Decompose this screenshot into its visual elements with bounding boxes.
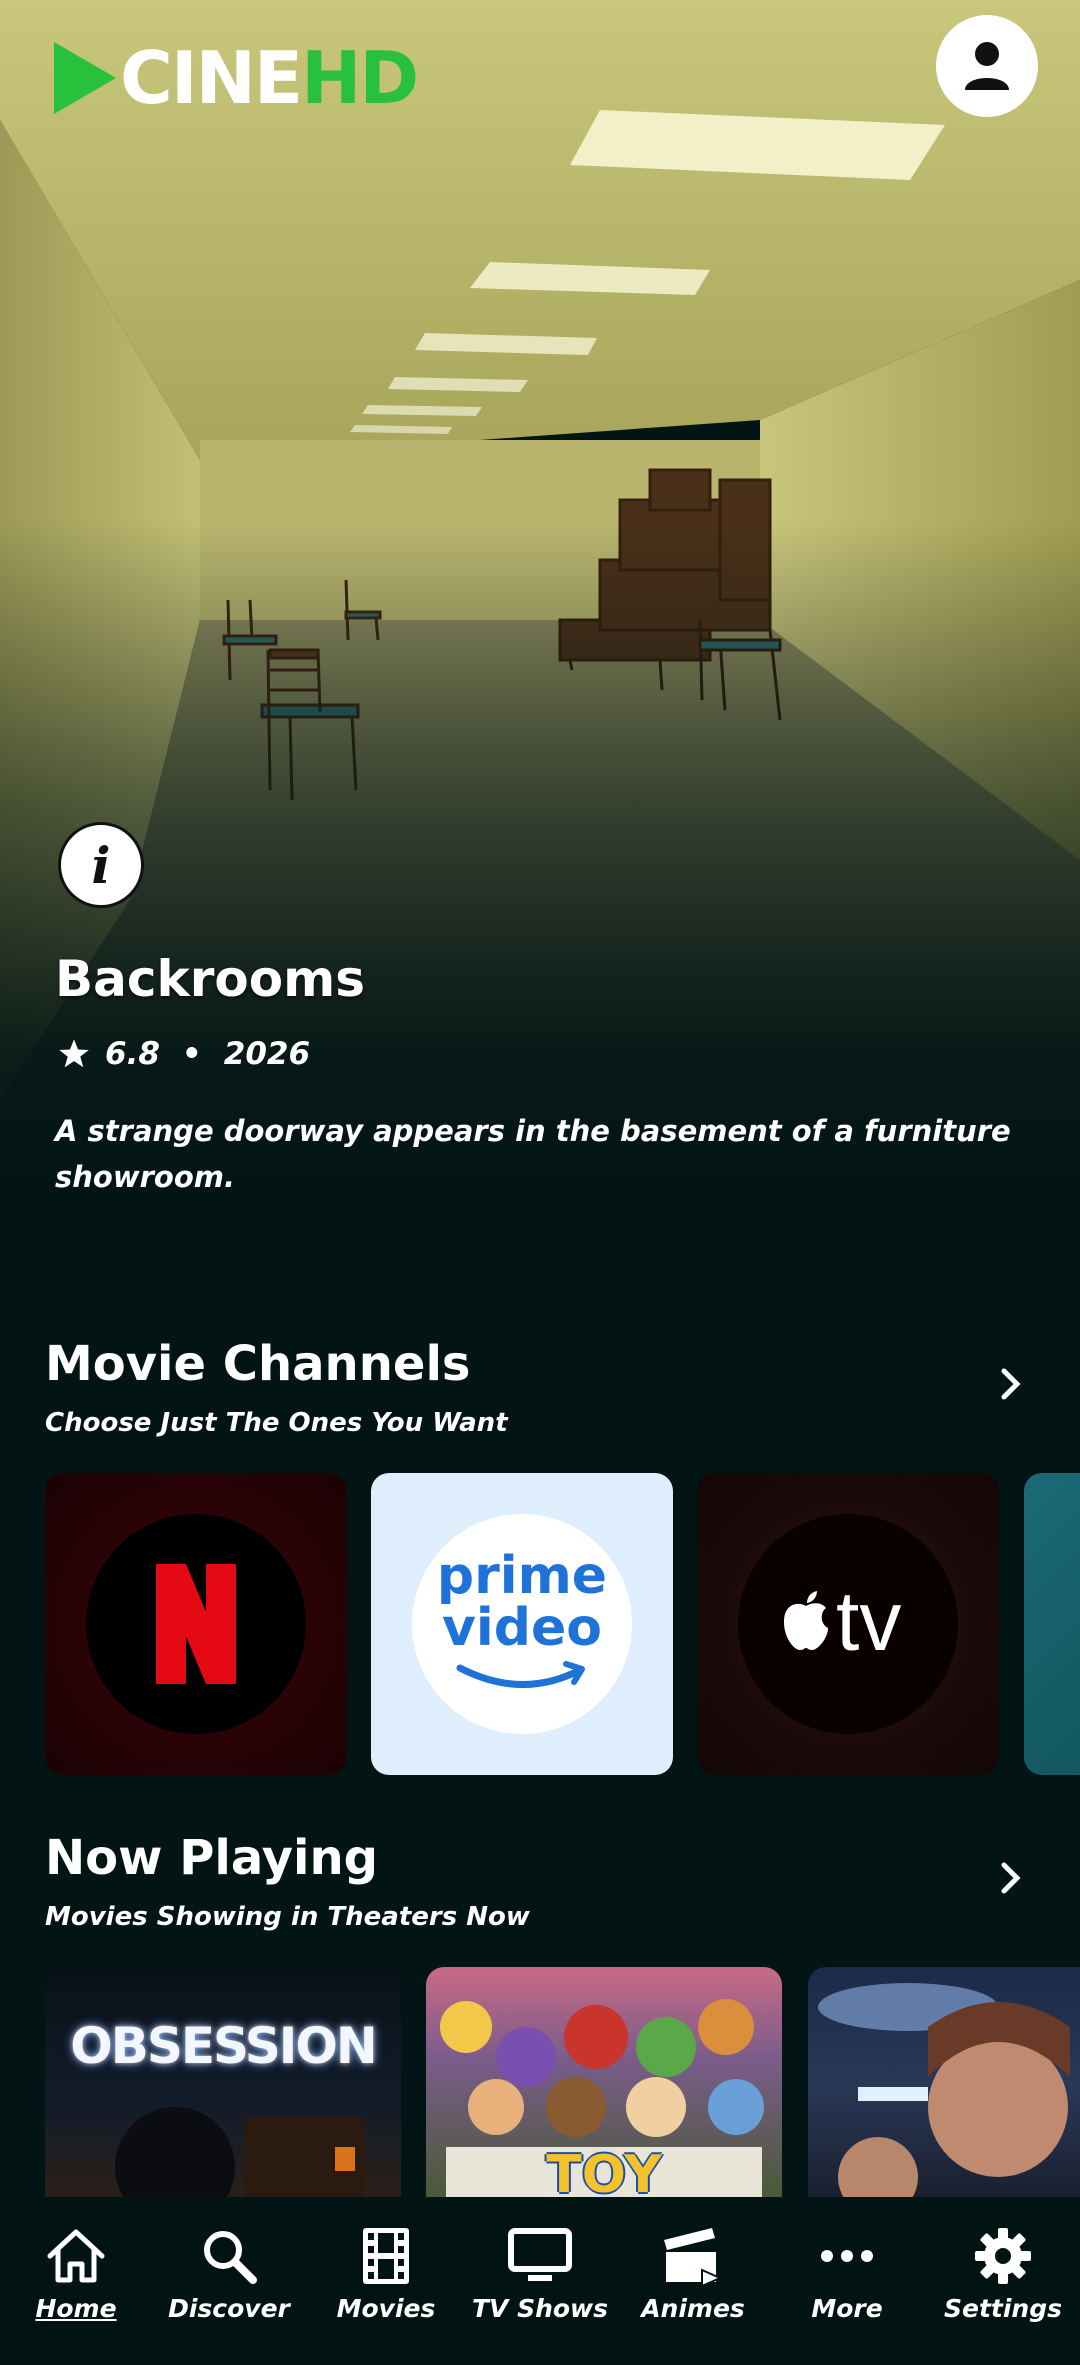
tv-icon [508, 2224, 572, 2288]
film-icon [354, 2224, 418, 2288]
clapperboard-icon [661, 2224, 725, 2288]
amazon-smile-icon [456, 1661, 585, 1688]
nav-item-more[interactable]: More [772, 2200, 922, 2365]
nav-item-tv-shows[interactable]: TV Shows [465, 2200, 615, 2365]
nav-item-animes[interactable]: Animes [618, 2200, 768, 2365]
poster-art [818, 1983, 1070, 2197]
prime-video-logo: prime video [412, 1514, 632, 1734]
movie-poster-obsession[interactable]: OBSESSION [45, 1967, 401, 2197]
now-playing-see-all-button[interactable] [994, 1856, 1028, 1900]
nav-item-movies[interactable]: Movies [311, 2200, 461, 2365]
home-icon [44, 2224, 108, 2288]
apple-tv-logo: tv [738, 1514, 958, 1734]
play-logo-icon [54, 42, 116, 114]
featured-title: Backrooms [55, 950, 365, 1008]
featured-description: A strange doorway appears in the basemen… [55, 1114, 1011, 1194]
channel-card-partial[interactable] [1024, 1473, 1080, 1775]
movie-poster-third[interactable] [808, 1967, 1080, 2197]
nav-item-settings[interactable]: Settings [928, 2200, 1078, 2365]
app-screen: CINEHD i Backrooms 6.8 • 2026 A strange … [0, 0, 1080, 2365]
poster-title-text: TOY [546, 2145, 662, 2197]
bottom-navigation: Home Discover Movies TV Shows Animes Mor… [0, 2200, 1080, 2365]
chevron-right-icon [1001, 1862, 1021, 1894]
prime-logo-line2: video [442, 1598, 602, 1658]
channel-card-apple-tv[interactable]: tv [697, 1473, 999, 1775]
rating-value: 6.8 [105, 1036, 160, 1072]
nav-label-movies: Movies [336, 2294, 436, 2323]
prime-logo-line1: prime [436, 1546, 608, 1606]
more-icon [815, 2224, 879, 2288]
nav-label-home: Home [35, 2294, 117, 2323]
nav-label-discover: Discover [168, 2294, 290, 2323]
section-subtitle-now-playing: Movies Showing in Theaters Now [45, 1902, 530, 1932]
nav-label-more: More [811, 2294, 883, 2323]
logo-text-main: CINE [120, 36, 303, 120]
search-icon [197, 2224, 261, 2288]
apple-icon [784, 1591, 828, 1650]
info-icon: i [91, 835, 111, 895]
nav-item-home[interactable]: Home [1, 2200, 151, 2365]
star-icon [57, 1038, 91, 1070]
user-icon [965, 42, 1009, 90]
section-subtitle-channels: Choose Just The Ones You Want [45, 1408, 508, 1438]
section-title-channels: Movie Channels [45, 1336, 471, 1392]
channels-see-all-button[interactable] [994, 1362, 1028, 1406]
channel-card-netflix[interactable] [45, 1473, 347, 1775]
chevron-right-icon [1001, 1368, 1021, 1400]
info-button[interactable]: i [58, 822, 144, 908]
nav-label-animes: Animes [641, 2294, 745, 2323]
movie-poster-toy-story[interactable]: TOY [426, 1967, 782, 2197]
nav-label-settings: Settings [943, 2294, 1062, 2323]
section-title-now-playing: Now Playing [45, 1830, 379, 1886]
poster-title-text: OBSESSION [70, 2017, 378, 2075]
nav-label-tv-shows: TV Shows [471, 2294, 609, 2323]
apple-tv-text: tv [836, 1574, 902, 1668]
netflix-logo [86, 1514, 306, 1734]
profile-button[interactable] [936, 15, 1038, 117]
channel-card-prime-video[interactable]: prime video [371, 1473, 673, 1775]
meta-separator: • [181, 1036, 202, 1072]
nav-item-discover[interactable]: Discover [154, 2200, 304, 2365]
netflix-logo-icon [156, 1564, 236, 1684]
featured-meta: 6.8 • 2026 [57, 1036, 310, 1072]
hero-gradient-overlay [0, 0, 1080, 1290]
poster-art [115, 2107, 365, 2197]
app-logo[interactable]: CINEHD [54, 40, 419, 116]
logo-text-accent: HD [301, 36, 419, 120]
featured-hero[interactable]: CINEHD i Backrooms 6.8 • 2026 A strange … [0, 0, 1080, 1290]
gear-icon [971, 2224, 1035, 2288]
release-year: 2026 [223, 1036, 311, 1072]
